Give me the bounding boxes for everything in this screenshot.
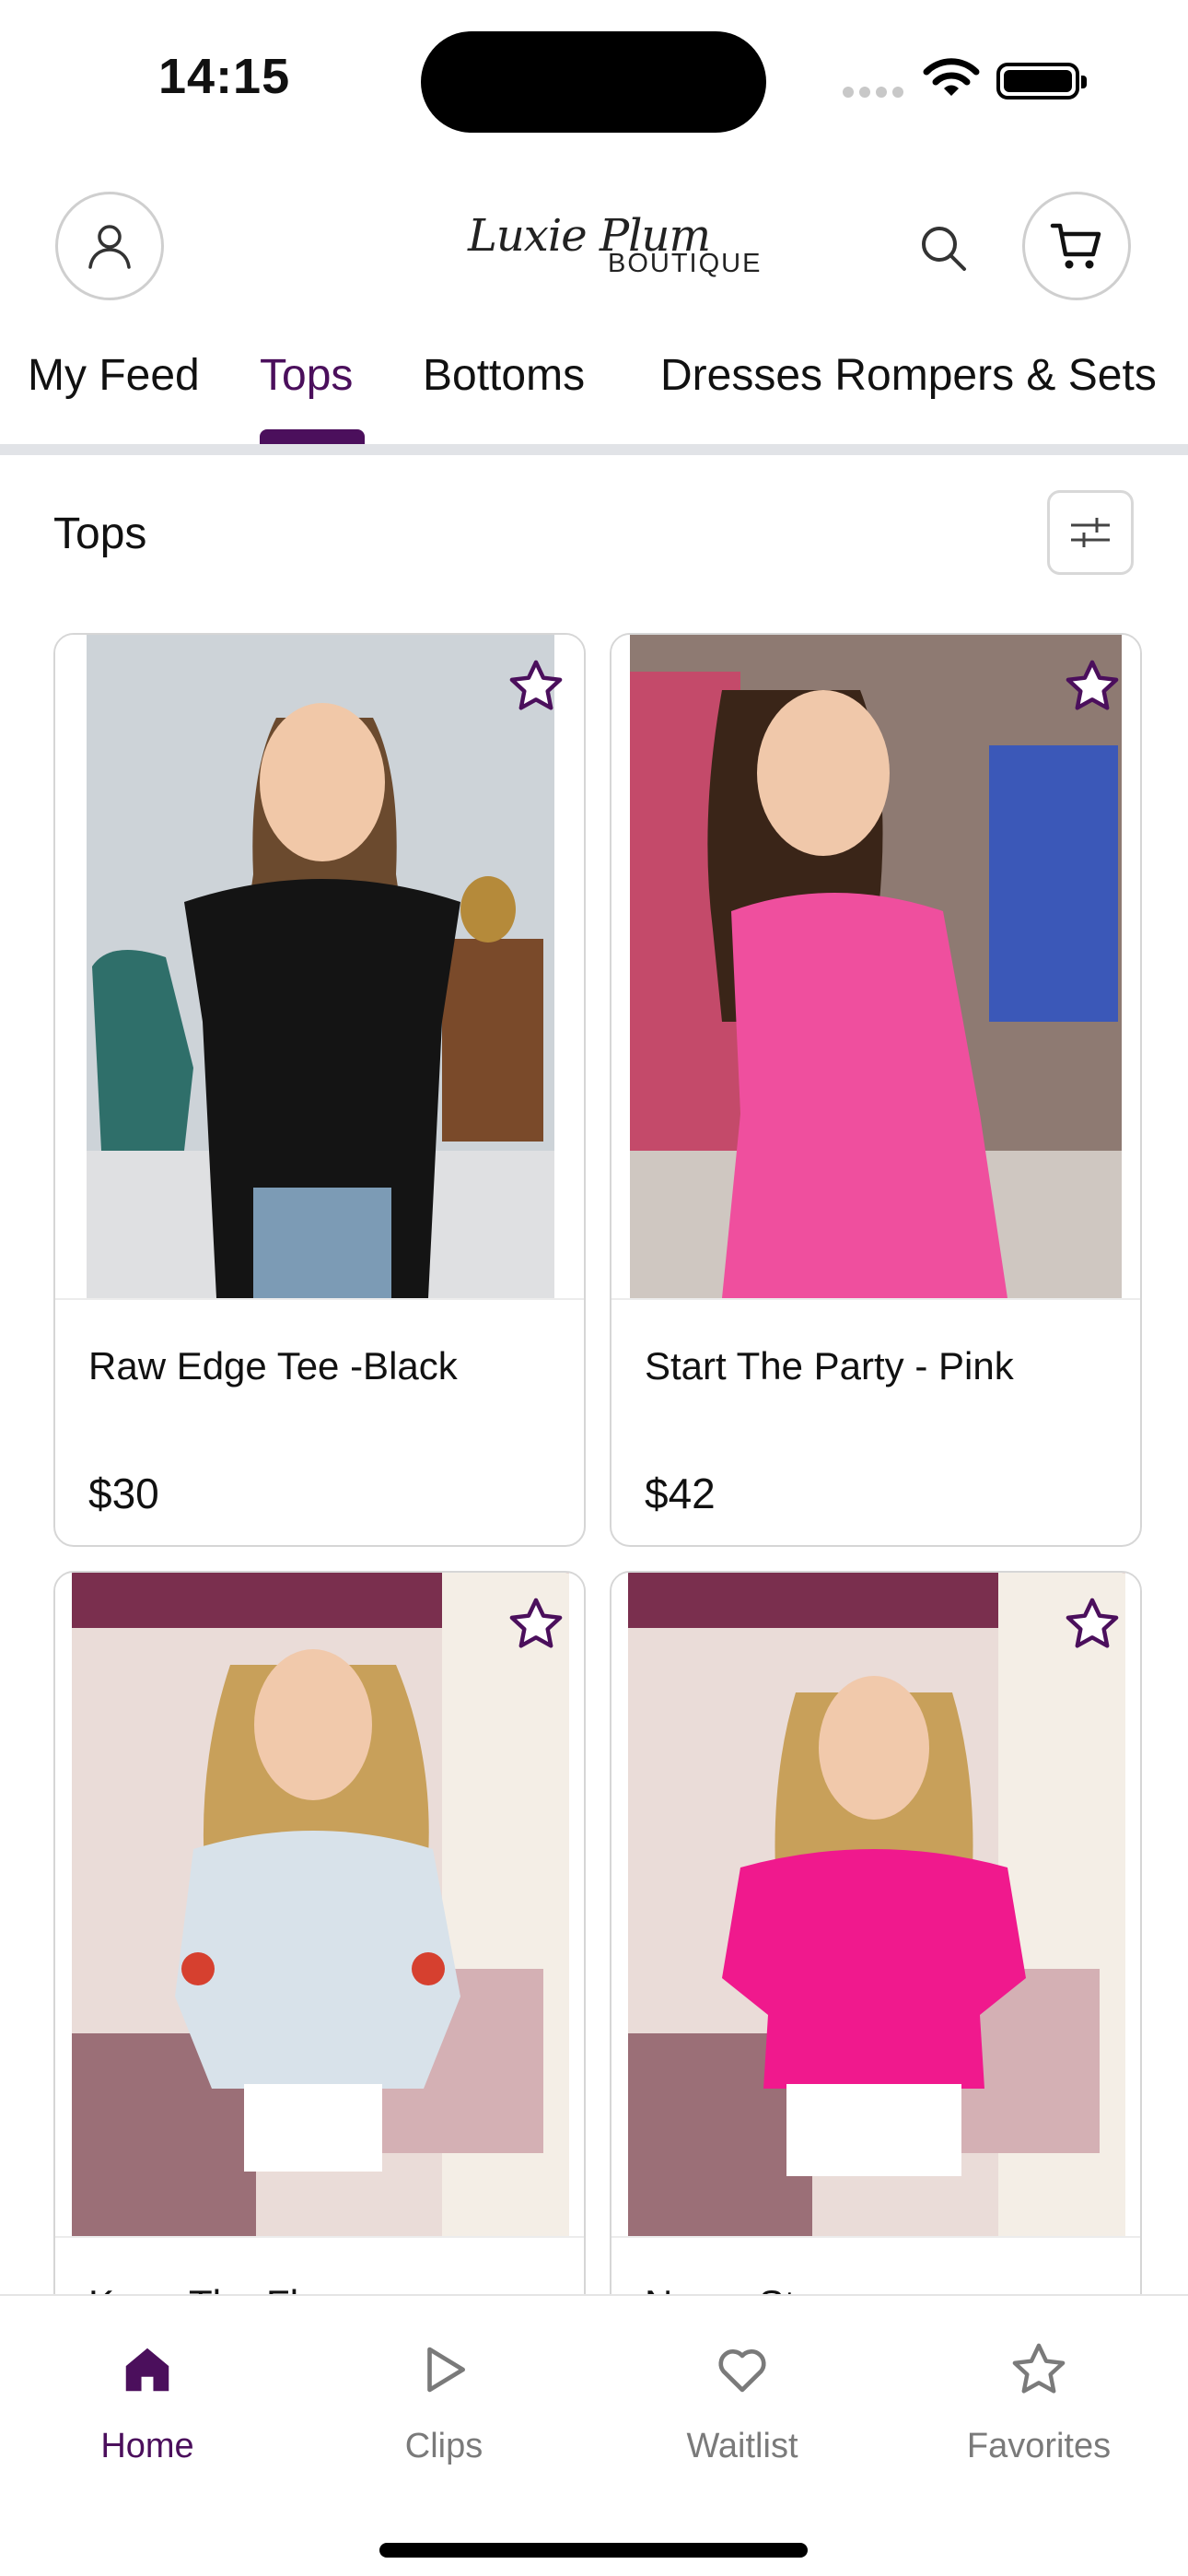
tab-my-feed[interactable]: My Feed [28, 350, 200, 401]
cellular-signal-icon [843, 87, 903, 98]
nav-favorites[interactable]: Favorites [928, 2333, 1149, 2466]
tabs-divider [0, 444, 1188, 455]
favorite-star-button[interactable] [1059, 1591, 1125, 1657]
product-card[interactable]: Raw Edge Tee -Black $30 [53, 633, 586, 1547]
star-icon [509, 1598, 563, 1648]
account-button[interactable] [55, 192, 164, 300]
favorite-star-button[interactable] [503, 1591, 569, 1657]
product-image[interactable] [55, 1573, 584, 2236]
home-icon [125, 2348, 169, 2392]
battery-icon [996, 63, 1087, 100]
star-icon [1066, 660, 1119, 710]
product-image[interactable] [55, 635, 584, 1298]
heart-icon [718, 2349, 766, 2393]
user-icon [88, 225, 131, 269]
product-price: $30 [88, 1469, 159, 1517]
play-icon [427, 2347, 465, 2393]
nav-home[interactable]: Home [37, 2333, 258, 2466]
product-card[interactable]: Never Stop [610, 1571, 1142, 2400]
search-button[interactable] [914, 219, 973, 278]
page-title: Tops [53, 509, 147, 558]
nav-favorites-label: Favorites [966, 2427, 1112, 2465]
tab-dresses-rompers-sets[interactable]: Dresses Rompers & Sets [660, 350, 1157, 401]
product-price: $42 [645, 1469, 716, 1517]
star-icon [1066, 1598, 1119, 1648]
product-image[interactable] [611, 1573, 1140, 2236]
brand-logo[interactable]: Luxie Plum BOUTIQUE [460, 210, 760, 284]
status-time: 14:15 [158, 49, 291, 104]
bottom-tab-bar: Home Clips Waitlist Favorites [0, 2294, 1188, 2576]
category-tabs: My Feed Tops Bottoms Dresses Rompers & S… [0, 341, 1188, 447]
product-card[interactable]: Keep The Flowers [53, 1571, 586, 2400]
favorite-star-button[interactable] [503, 653, 569, 720]
nav-waitlist-label: Waitlist [686, 2427, 798, 2465]
app-screen: 14:15 Luxie Plum BOUTIQUE My Feed Tops B… [0, 0, 1188, 2576]
filter-button[interactable] [1047, 490, 1134, 575]
cart-icon [1050, 223, 1101, 269]
nav-clips[interactable]: Clips [333, 2333, 554, 2466]
nav-home-label: Home [100, 2427, 194, 2465]
tab-bottoms[interactable]: Bottoms [423, 350, 585, 401]
nav-waitlist[interactable]: Waitlist [632, 2333, 853, 2466]
logo-sub: BOUTIQUE [608, 249, 763, 278]
app-header: Luxie Plum BOUTIQUE [0, 184, 1188, 313]
star-icon [1012, 2343, 1066, 2394]
wifi-icon [923, 58, 980, 96]
product-name[interactable]: Start The Party - Pink [645, 1344, 1014, 1388]
product-name[interactable]: Raw Edge Tee -Black [88, 1344, 458, 1388]
favorite-star-button[interactable] [1059, 653, 1125, 720]
product-image[interactable] [611, 635, 1140, 1298]
tab-tops[interactable]: Tops [260, 350, 353, 401]
search-icon [922, 227, 966, 271]
nav-clips-label: Clips [404, 2427, 483, 2465]
product-card[interactable]: Start The Party - Pink $42 [610, 633, 1142, 1547]
home-indicator[interactable] [379, 2543, 808, 2558]
status-bar: 14:15 [0, 0, 1188, 157]
cart-button[interactable] [1022, 192, 1131, 300]
active-tab-indicator [260, 429, 365, 444]
star-icon [509, 660, 563, 710]
filter-sliders-icon [1071, 518, 1110, 547]
dynamic-island [421, 31, 766, 133]
